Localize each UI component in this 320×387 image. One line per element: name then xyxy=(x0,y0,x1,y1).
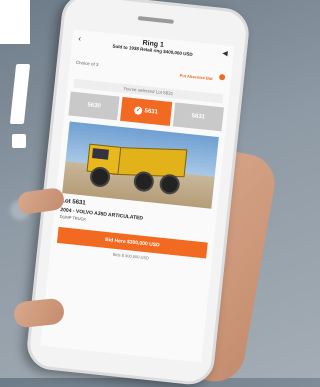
plus-icon xyxy=(218,73,226,81)
absentee-bid-label: Put Absentee Bid xyxy=(179,72,213,82)
item-photo xyxy=(62,121,219,209)
exclamation-bar xyxy=(9,64,31,124)
lot-tab-label: 5631 xyxy=(144,108,159,116)
speaker-icon[interactable]: ◀ xyxy=(222,49,228,58)
checkmark-icon: ✓ xyxy=(134,106,143,116)
choice-label: Choice of 3 xyxy=(75,59,99,67)
lot-tab-selected[interactable]: ✓ 5631 xyxy=(120,96,172,126)
lot-tab[interactable]: 5630 xyxy=(68,91,120,121)
exclamation-dot xyxy=(12,134,26,148)
truck-window xyxy=(91,148,109,160)
phone-speaker xyxy=(137,16,174,24)
lot-tab-label: 5631 xyxy=(191,113,206,121)
back-arrow-icon[interactable]: ‹ xyxy=(78,34,82,43)
lot-tab[interactable]: 5631 xyxy=(172,102,224,132)
absentee-bid-button[interactable]: Put Absentee Bid xyxy=(179,64,226,87)
app-screen: ‹ Ring 1 Sold to 1938 Retail ring $400,0… xyxy=(40,29,235,363)
corner-badge xyxy=(0,0,30,44)
lot-tab-label: 5630 xyxy=(87,102,102,110)
exclamation-mark xyxy=(8,64,38,154)
